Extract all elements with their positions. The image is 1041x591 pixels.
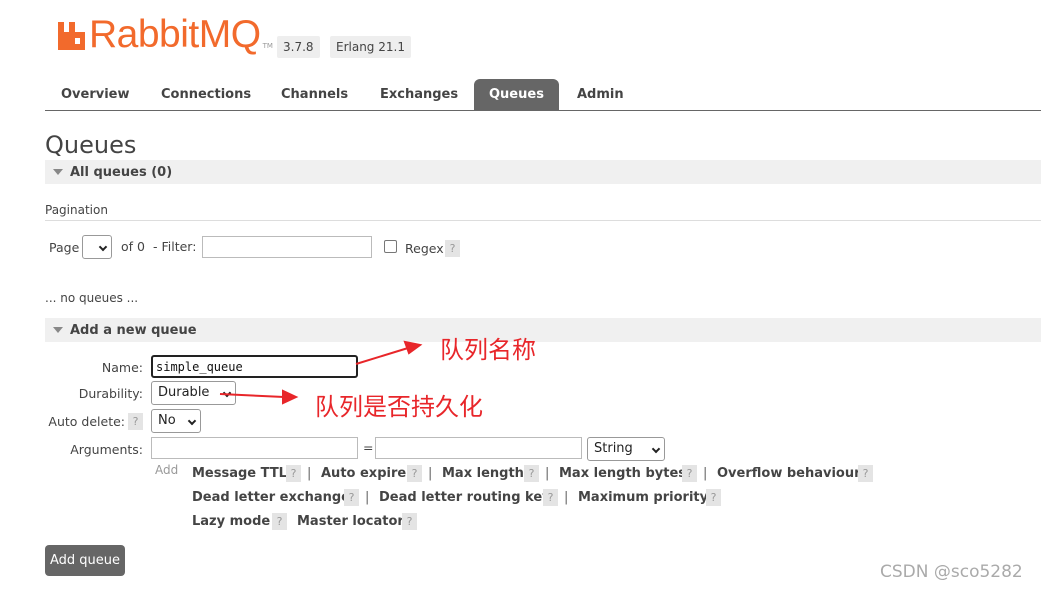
name-annotation-text: 队列名称 — [440, 336, 536, 364]
durability-annotation-text: 队列是否持久化 — [315, 393, 483, 421]
arrow-to-durability-select — [219, 389, 299, 405]
annotation-arrows — [219, 340, 423, 405]
arrow-to-name-input — [355, 340, 423, 365]
watermark: CSDN @sco5282 — [880, 562, 1023, 582]
